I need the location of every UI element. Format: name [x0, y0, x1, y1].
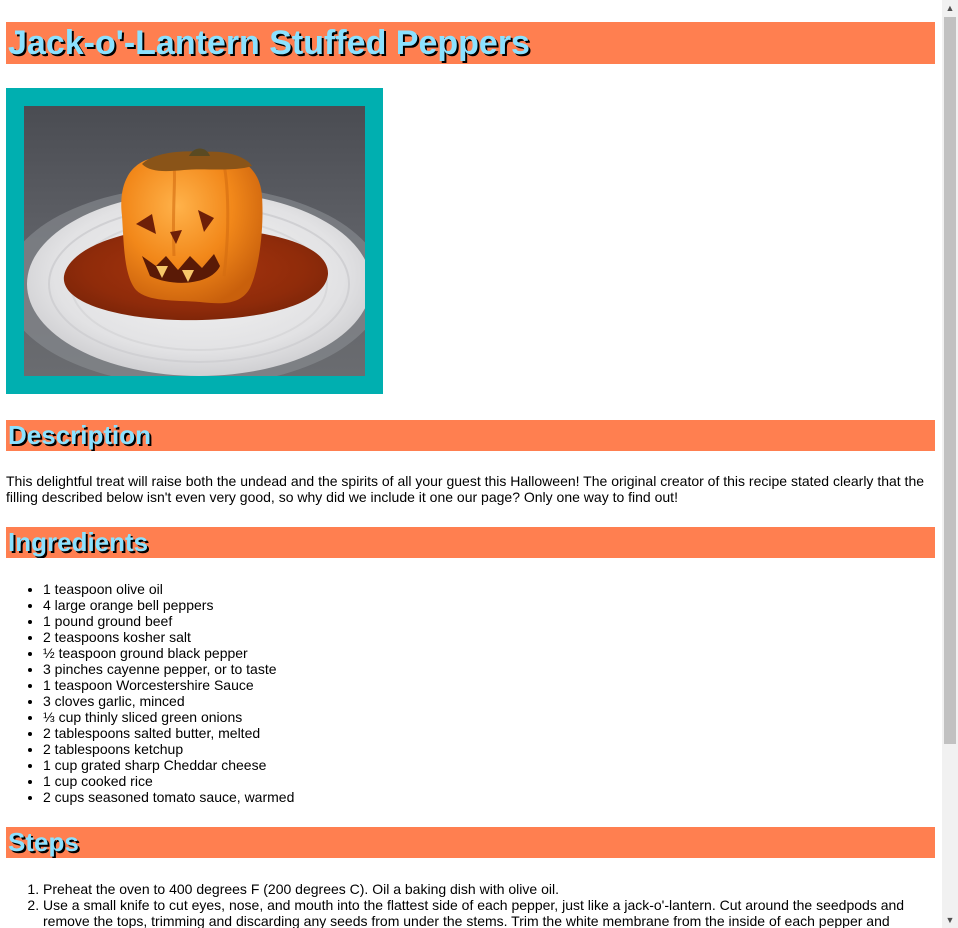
- ingredient-item: 2 cups seasoned tomato sauce, warmed: [43, 789, 935, 805]
- ingredients-list: 1 teaspoon olive oil 4 large orange bell…: [6, 581, 935, 805]
- description-heading: Description: [6, 420, 935, 451]
- page-title: Jack-o'-Lantern Stuffed Peppers: [6, 22, 935, 64]
- page: Jack-o'-Lantern Stuffed Peppers Descript…: [0, 0, 942, 928]
- scroll-down-arrow-icon[interactable]: ▼: [942, 912, 958, 928]
- ingredient-item: 1 teaspoon olive oil: [43, 581, 935, 597]
- image-frame: [6, 88, 383, 394]
- step-item: Preheat the oven to 400 degrees F (200 d…: [43, 881, 935, 897]
- description-section: Description This delightful treat will r…: [6, 420, 935, 505]
- recipe-photo: [24, 106, 365, 376]
- ingredient-item: 1 cup grated sharp Cheddar cheese: [43, 757, 935, 773]
- step-item: Use a small knife to cut eyes, nose, and…: [43, 897, 935, 928]
- ingredient-item: 1 pound ground beef: [43, 613, 935, 629]
- vertical-scrollbar[interactable]: ▲ ▼: [942, 0, 958, 928]
- ingredient-item: 3 pinches cayenne pepper, or to taste: [43, 661, 935, 677]
- ingredient-item: 3 cloves garlic, minced: [43, 693, 935, 709]
- ingredients-section: Ingredients 1 teaspoon olive oil 4 large…: [6, 527, 935, 805]
- scroll-up-arrow-icon[interactable]: ▲: [942, 0, 958, 16]
- ingredient-item: ⅓ cup thinly sliced green onions: [43, 709, 935, 725]
- ingredient-item: 1 teaspoon Worcestershire Sauce: [43, 677, 935, 693]
- ingredient-item: 1 cup cooked rice: [43, 773, 935, 789]
- ingredient-item: 2 teaspoons kosher salt: [43, 629, 935, 645]
- ingredient-item: 2 tablespoons salted butter, melted: [43, 725, 935, 741]
- recipe-content: Jack-o'-Lantern Stuffed Peppers Descript…: [6, 22, 935, 928]
- ingredient-item: ½ teaspoon ground black pepper: [43, 645, 935, 661]
- ingredient-item: 4 large orange bell peppers: [43, 597, 935, 613]
- steps-list: Preheat the oven to 400 degrees F (200 d…: [6, 881, 935, 928]
- ingredients-heading: Ingredients: [6, 527, 935, 558]
- description-text: This delightful treat will raise both th…: [6, 473, 925, 505]
- ingredient-item: 2 tablespoons ketchup: [43, 741, 935, 757]
- steps-heading: Steps: [6, 827, 935, 858]
- scrollbar-thumb[interactable]: [944, 17, 956, 744]
- steps-section: Steps Preheat the oven to 400 degrees F …: [6, 827, 935, 928]
